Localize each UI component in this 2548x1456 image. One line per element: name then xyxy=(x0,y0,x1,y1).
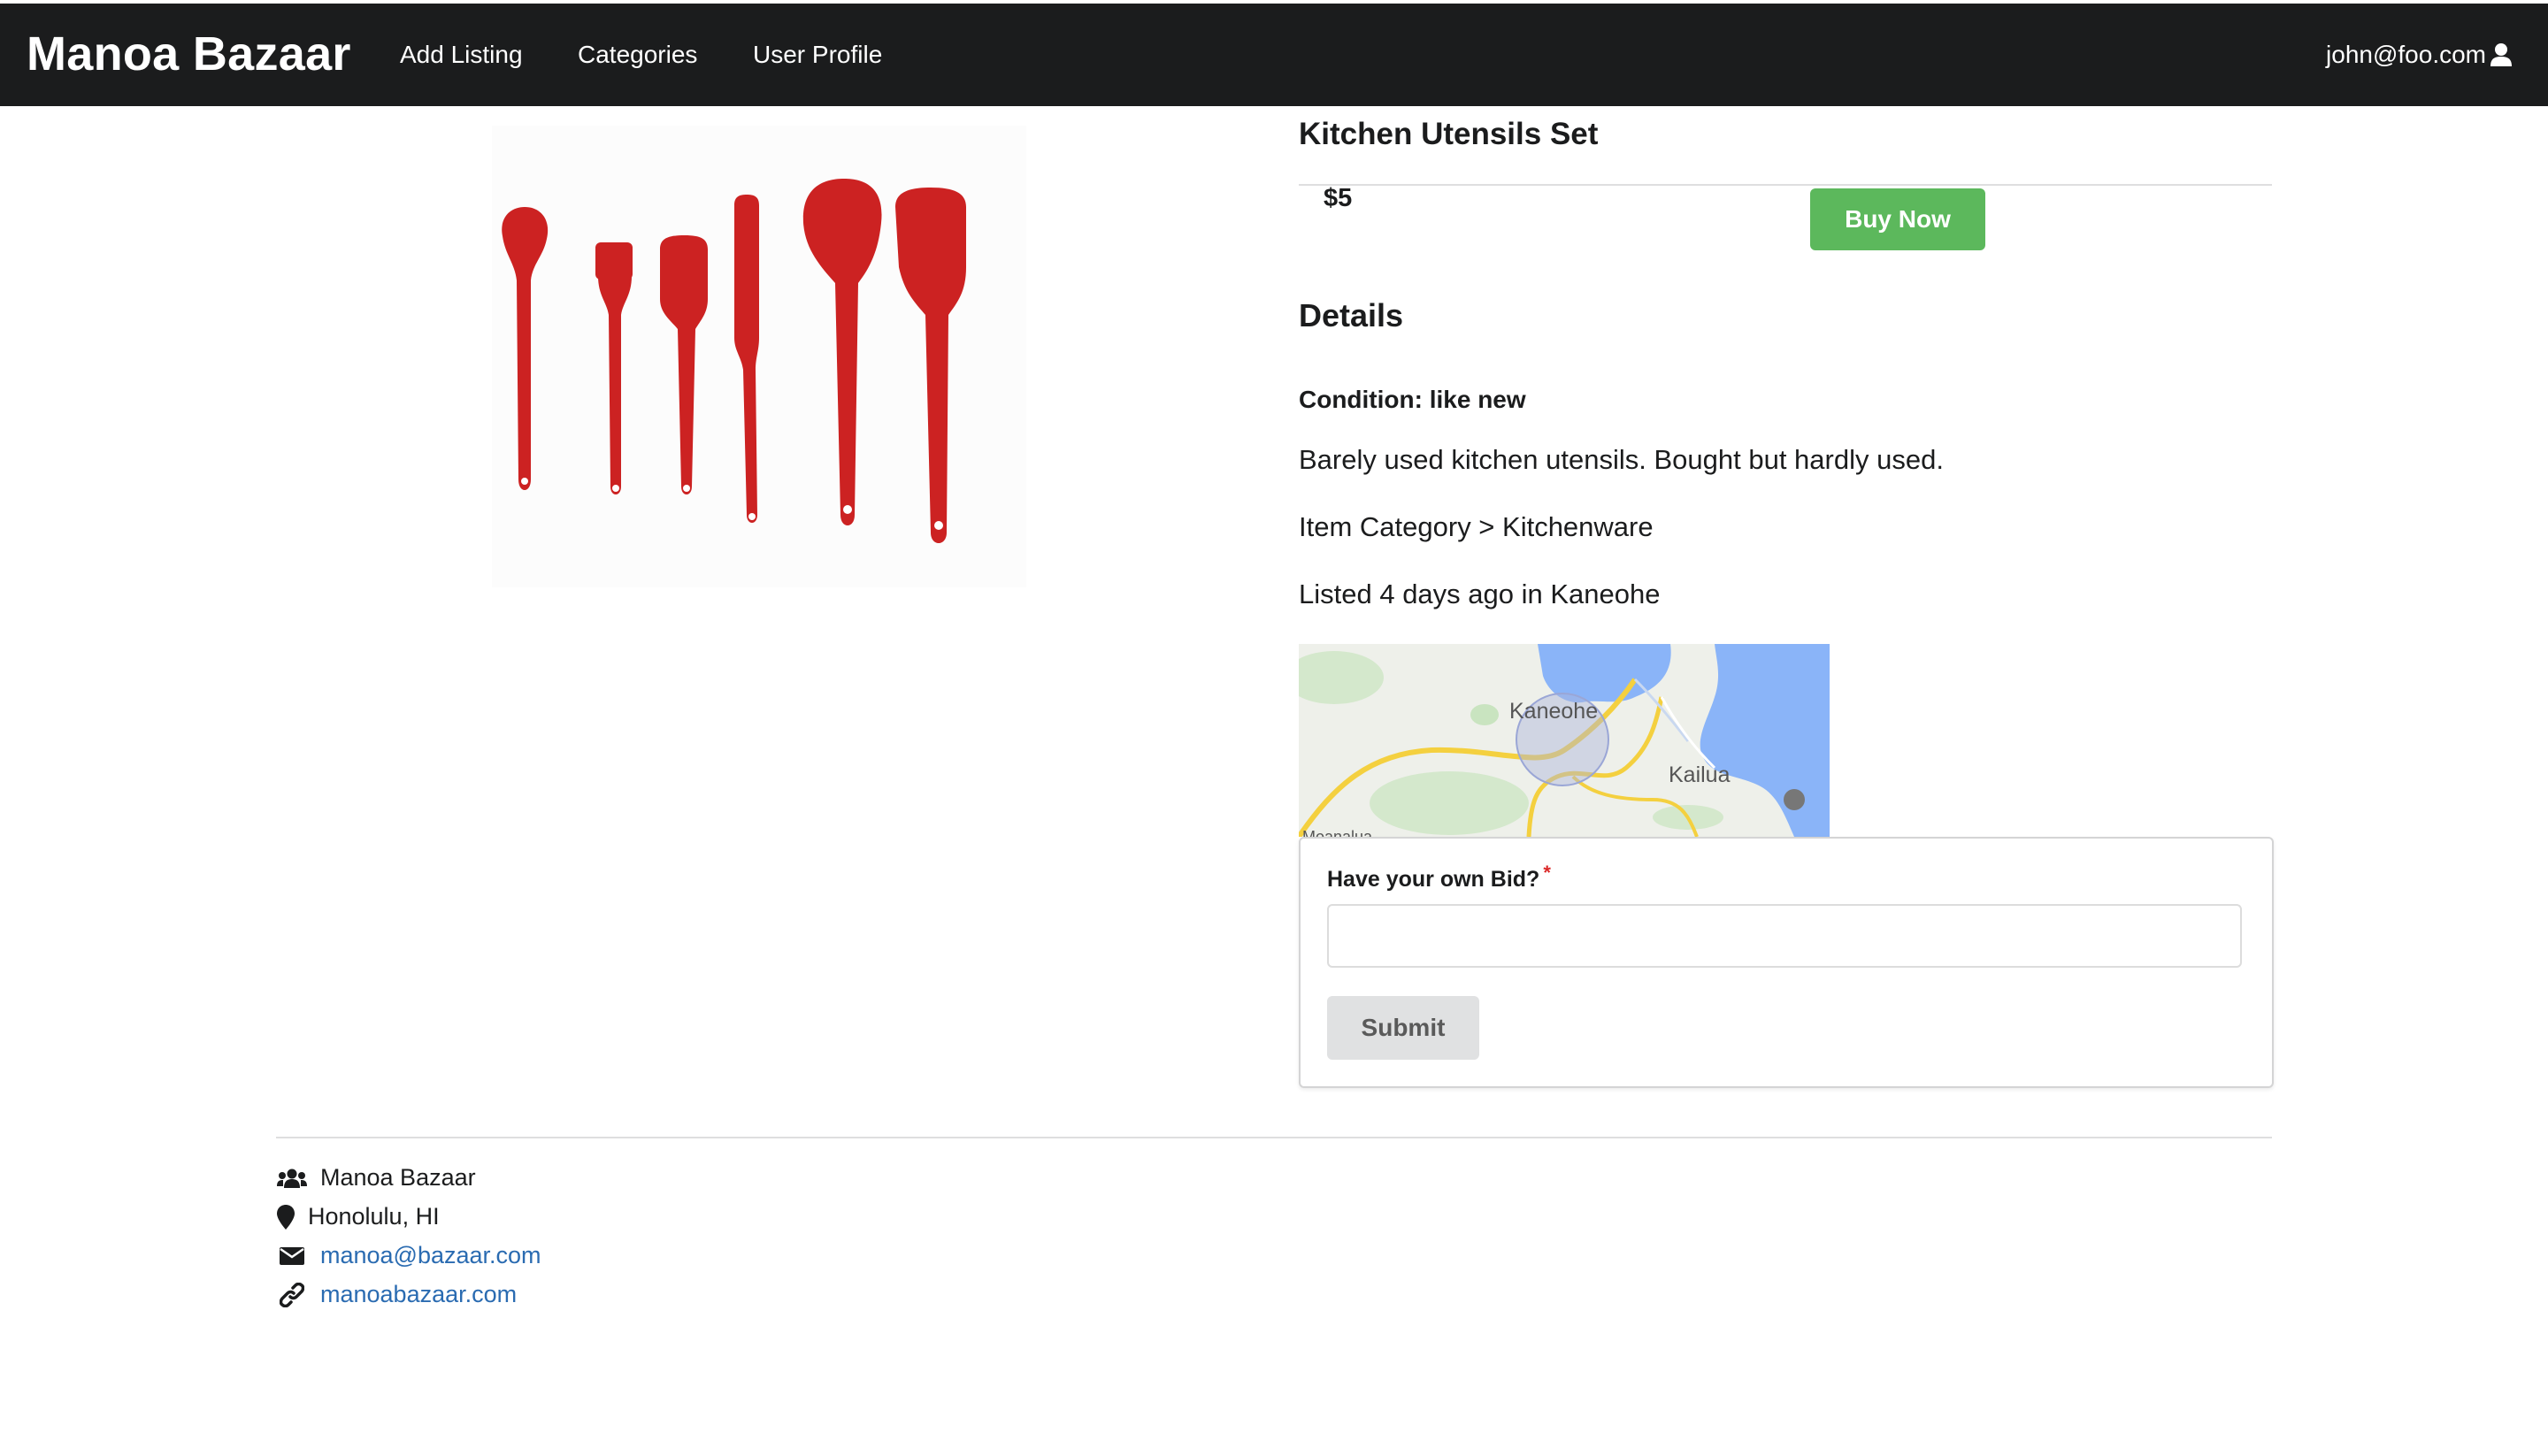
map-pin-icon xyxy=(276,1204,295,1230)
details-heading: Details xyxy=(1299,297,1404,333)
footer-org-name: Manoa Bazaar xyxy=(320,1164,476,1191)
listing-category: Item Category > Kitchenware xyxy=(1299,511,1654,542)
required-asterisk: * xyxy=(1543,862,1551,884)
footer-website-link[interactable]: manoabazaar.com xyxy=(320,1281,517,1308)
footer-location: Honolulu, HI xyxy=(276,1203,440,1230)
listing-title: Kitchen Utensils Set xyxy=(1299,117,1599,151)
map-label-moanalua: Moanalua xyxy=(1302,828,1373,837)
nav-categories[interactable]: Categories xyxy=(578,41,697,69)
map-label-kailua: Kailua xyxy=(1669,762,1731,787)
nav-user-profile[interactable]: User Profile xyxy=(753,41,882,69)
top-navbar: Manoa Bazaar Add Listing Categories User… xyxy=(0,4,2548,106)
footer-email: manoa@bazaar.com xyxy=(276,1242,541,1269)
bid-label-text: Have your own Bid? xyxy=(1327,867,1540,892)
location-map[interactable]: Kaneohe Kailua Moanalua xyxy=(1299,644,1830,837)
title-divider xyxy=(1299,184,2272,186)
listing-description: Barely used kitchen utensils. Bought but… xyxy=(1299,444,1944,475)
bid-form: Have your own Bid? * Submit xyxy=(1299,837,2274,1088)
footer-divider xyxy=(276,1137,2272,1138)
users-icon xyxy=(276,1168,308,1189)
bid-label: Have your own Bid? * xyxy=(1327,862,1551,893)
footer-location-text: Honolulu, HI xyxy=(308,1203,440,1230)
map-label-kaneohe: Kaneohe xyxy=(1509,699,1598,724)
bid-amount-input[interactable] xyxy=(1327,904,2242,968)
listing-condition: Condition: like new xyxy=(1299,386,1526,413)
map-info-icon xyxy=(1784,789,1805,810)
listing-price: $5 xyxy=(1324,184,1353,212)
submit-bid-button[interactable]: Submit xyxy=(1327,996,1479,1060)
footer-org: Manoa Bazaar xyxy=(276,1164,476,1192)
footer-email-link[interactable]: manoa@bazaar.com xyxy=(320,1242,541,1269)
link-icon xyxy=(276,1282,308,1307)
footer-website: manoabazaar.com xyxy=(276,1281,517,1308)
buy-now-button[interactable]: Buy Now xyxy=(1810,188,1985,250)
user-email: john@foo.com xyxy=(2326,41,2486,68)
user-icon xyxy=(2490,43,2512,66)
brand-logo-link[interactable]: Manoa Bazaar xyxy=(27,27,351,81)
product-image xyxy=(492,126,1026,587)
listing-date-location: Listed 4 days ago in Kaneohe xyxy=(1299,579,1661,609)
envelope-icon xyxy=(276,1246,308,1266)
nav-add-listing[interactable]: Add Listing xyxy=(400,41,523,69)
user-menu[interactable]: john@foo.com xyxy=(2326,41,2513,69)
